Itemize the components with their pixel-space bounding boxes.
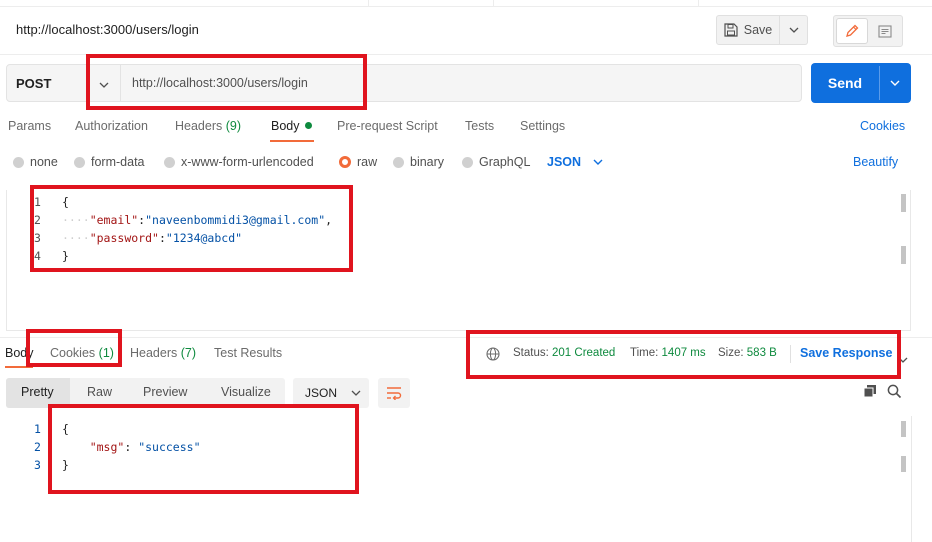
tab-authorization[interactable]: Authorization (75, 119, 148, 133)
tab-headers[interactable]: Headers (9) (175, 119, 241, 133)
response-editor-border (911, 416, 912, 542)
documentation-button[interactable] (870, 18, 900, 44)
response-tab-headers-label: Headers (130, 346, 178, 360)
response-format-label: JSON (305, 386, 338, 400)
search-icon (887, 384, 902, 399)
document-icon (878, 24, 892, 38)
chevron-down-icon (890, 80, 900, 86)
radio-none-label: none (30, 155, 58, 169)
highlight-box-status (466, 330, 901, 379)
wrap-lines-button[interactable] (378, 378, 410, 408)
radio-none[interactable] (13, 157, 24, 168)
radio-urlencoded-label: x-www-form-urlencoded (181, 155, 314, 169)
radio-form-data-label: form-data (91, 155, 145, 169)
radio-raw-label: raw (357, 155, 378, 169)
radio-graphql-label: GraphQL (479, 155, 531, 169)
send-button[interactable]: Send (811, 63, 879, 103)
pencil-icon (846, 24, 859, 37)
highlight-box-url (86, 54, 367, 110)
body-format-select[interactable]: JSON (547, 155, 603, 169)
highlight-box-cookies-tab (26, 329, 122, 367)
radio-urlencoded[interactable] (164, 157, 175, 168)
tab-headers-label: Headers (175, 119, 223, 133)
view-visualize-button[interactable]: Visualize (221, 385, 271, 399)
response-scrollbar-thumb[interactable] (901, 456, 906, 472)
highlight-box-response-body (48, 404, 359, 494)
radio-raw[interactable] (339, 156, 351, 168)
copy-button[interactable] (863, 384, 877, 401)
save-dropdown-button[interactable] (780, 15, 808, 45)
radio-binary-label: binary (410, 155, 445, 169)
chevron-down-icon (789, 27, 798, 33)
line-number: 2 (34, 440, 41, 454)
copy-icon (863, 385, 876, 398)
body-format-label: JSON (547, 155, 582, 169)
send-dropdown-button[interactable] (880, 63, 910, 103)
chevron-down-icon (351, 390, 361, 396)
tab-body-label: Body (271, 119, 300, 133)
line-number: 1 (34, 422, 41, 436)
editor-scrollbar-thumb[interactable] (901, 246, 906, 264)
radio-form-data[interactable] (74, 157, 85, 168)
request-tab-active[interactable] (368, 0, 494, 6)
radio-graphql[interactable] (462, 157, 473, 168)
response-scrollbar-thumb[interactable] (901, 421, 906, 437)
edit-button[interactable] (836, 18, 868, 44)
tab-settings[interactable]: Settings (520, 119, 565, 133)
view-preview-button[interactable]: Preview (143, 385, 187, 399)
tab-tests[interactable]: Tests (465, 119, 494, 133)
view-raw-button[interactable]: Raw (87, 385, 112, 399)
wrap-lines-icon (387, 387, 402, 400)
save-icon (724, 23, 738, 37)
cookies-link[interactable]: Cookies (860, 119, 905, 133)
request-title[interactable]: http://localhost:3000/users/login (16, 22, 199, 37)
active-tab-indicator (270, 140, 314, 142)
line-number: 3 (34, 458, 41, 472)
view-pretty-button[interactable]: Pretty (21, 385, 54, 399)
tab-body[interactable]: Body (271, 119, 312, 133)
tab-prerequest-script[interactable]: Pre-request Script (337, 119, 438, 133)
body-indicator-dot (304, 122, 312, 129)
response-tab-test-results[interactable]: Test Results (214, 346, 282, 360)
request-tab[interactable] (492, 0, 699, 6)
response-tab-headers-count: (7) (180, 346, 197, 360)
radio-binary[interactable] (393, 157, 404, 168)
editor-scrollbar-thumb[interactable] (901, 194, 906, 212)
chevron-down-icon (593, 159, 603, 165)
save-label: Save (743, 23, 773, 37)
search-button[interactable] (887, 384, 902, 402)
tab-params[interactable]: Params (8, 119, 51, 133)
highlight-box-request-body (30, 185, 353, 272)
save-button[interactable]: Save (716, 15, 780, 45)
method-select[interactable]: POST (16, 76, 51, 91)
tab-headers-count: (9) (225, 119, 242, 133)
response-tab-headers[interactable]: Headers (7) (130, 346, 196, 360)
beautify-link[interactable]: Beautify (853, 155, 898, 169)
